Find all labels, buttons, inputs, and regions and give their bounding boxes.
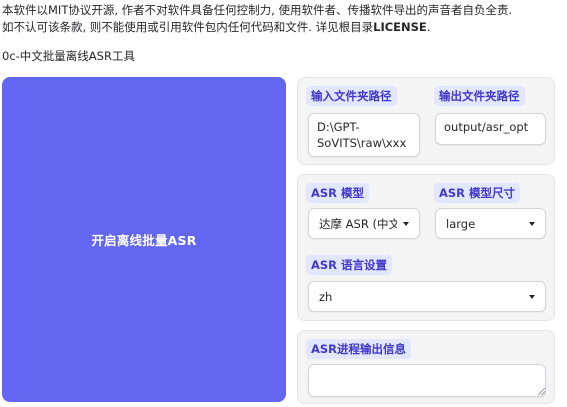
asr-model-value: 达摩 ASR (中文) (319, 216, 397, 231)
output-dir-label: 输出文件夹路径 (434, 86, 525, 106)
chevron-down-icon (529, 221, 535, 226)
chevron-down-icon (529, 294, 535, 299)
output-dir-field[interactable]: output/asr_opt (435, 113, 546, 145)
notice-line-2-text: 如不认可该条款, 则不能使用或引用软件包内任何代码和文件. 详见根目录 (2, 20, 374, 34)
asr-model-select[interactable]: 达摩 ASR (中文) (308, 208, 420, 239)
notice-line-1: 本软件以MIT协议开源, 作者不对软件具备任何控制力, 使用软件者、传播软件导出… (2, 3, 513, 17)
asr-model-label: ASR 模型 (306, 183, 370, 203)
license-link-text: LICENSE (373, 20, 427, 34)
input-dir-field[interactable]: D:\GPT-SoVITS\raw\xxx (308, 113, 420, 157)
path-panel: 输入文件夹路径 D:\GPT-SoVITS\raw\xxx 输出文件夹路径 ou… (297, 77, 555, 165)
asr-lang-label: ASR 语言设置 (306, 255, 393, 275)
asr-output-label: ASR进程输出信息 (306, 339, 412, 359)
asr-lang-select[interactable]: zh (308, 281, 546, 312)
resize-grip-icon[interactable] (538, 388, 545, 395)
chevron-down-icon (403, 221, 409, 226)
input-dir-label: 输入文件夹路径 (306, 86, 397, 106)
asr-size-select[interactable]: large (435, 208, 546, 239)
asr-lang-value: zh (319, 289, 333, 304)
asr-output-field[interactable] (308, 364, 546, 397)
license-notice: 本软件以MIT协议开源, 作者不对软件具备任何控制力, 使用软件者、传播软件导出… (2, 2, 512, 36)
asr-size-value: large (446, 216, 476, 231)
section-title: 0c-中文批量离线ASR工具 (2, 49, 135, 63)
output-panel: ASR进程输出信息 (297, 330, 555, 404)
start-asr-button[interactable]: 开启离线批量ASR (2, 77, 286, 402)
model-panel: ASR 模型 达摩 ASR (中文) ASR 模型尺寸 large ASR 语言… (297, 174, 555, 321)
asr-size-label: ASR 模型尺寸 (434, 183, 521, 203)
notice-line-2-end: . (426, 20, 431, 34)
notice-line-2: 如不认可该条款, 则不能使用或引用软件包内任何代码和文件. 详见根目录LICEN… (2, 19, 512, 36)
